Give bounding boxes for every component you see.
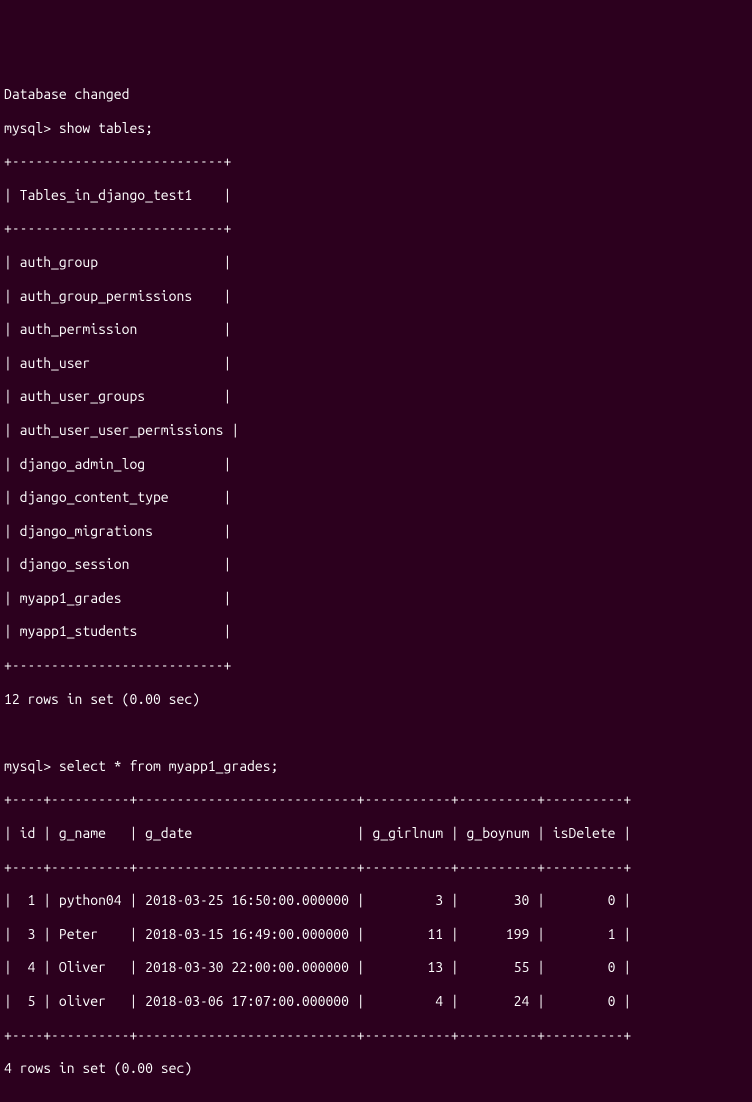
grades-header: | id | g_name | g_date | g_girlnum | g_b… — [4, 825, 748, 842]
grades-row: | 4 | Oliver | 2018-03-30 22:00:00.00000… — [4, 959, 748, 976]
tables-border-bottom: +---------------------------+ — [4, 657, 748, 674]
command-show-tables[interactable]: show tables; — [51, 120, 153, 136]
mysql-prompt: mysql> — [4, 120, 51, 136]
table-row: | django_content_type | — [4, 489, 748, 506]
grades-row: | 1 | python04 | 2018-03-25 16:50:00.000… — [4, 892, 748, 909]
table-row: | myapp1_grades | — [4, 590, 748, 607]
prompt-line-2: mysql> select * from myapp1_grades; — [4, 758, 748, 775]
prompt-line-1: mysql> show tables; — [4, 120, 748, 137]
tables-border-mid: +---------------------------+ — [4, 220, 748, 237]
table-row: | auth_group | — [4, 254, 748, 271]
grades-border-top: +----+----------+-----------------------… — [4, 791, 748, 808]
db-changed-line: Database changed — [4, 86, 748, 103]
tables-border-top: +---------------------------+ — [4, 153, 748, 170]
grades-row: | 3 | Peter | 2018-03-15 16:49:00.000000… — [4, 926, 748, 943]
table-row: | auth_user | — [4, 355, 748, 372]
grades-border-mid: +----+----------+-----------------------… — [4, 859, 748, 876]
table-row: | auth_user_user_permissions | — [4, 422, 748, 439]
tables-header: | Tables_in_django_test1 | — [4, 187, 748, 204]
table-row: | django_admin_log | — [4, 456, 748, 473]
mysql-prompt: mysql> — [4, 758, 51, 774]
tables-footer: 12 rows in set (0.00 sec) — [4, 691, 748, 708]
terminal-output: Database changed mysql> show tables; +--… — [4, 69, 748, 1102]
command-select-grades[interactable]: select * from myapp1_grades; — [51, 758, 278, 774]
grades-row: | 5 | oliver | 2018-03-06 17:07:00.00000… — [4, 993, 748, 1010]
table-row: | myapp1_students | — [4, 623, 748, 640]
table-row: | django_migrations | — [4, 523, 748, 540]
grades-border-bottom: +----+----------+-----------------------… — [4, 1027, 748, 1044]
grades-footer: 4 rows in set (0.00 sec) — [4, 1060, 748, 1077]
blank-line — [4, 724, 748, 741]
table-row: | auth_group_permissions | — [4, 288, 748, 305]
table-row: | auth_user_groups | — [4, 388, 748, 405]
table-row: | django_session | — [4, 556, 748, 573]
blank-line — [4, 1094, 748, 1102]
table-row: | auth_permission | — [4, 321, 748, 338]
